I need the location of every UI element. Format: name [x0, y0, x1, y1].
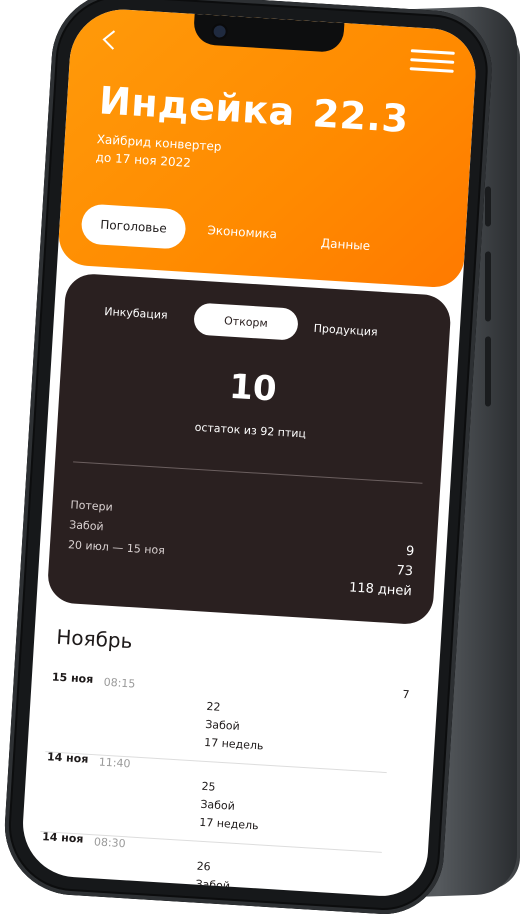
stat-values: 9 73 118 дней [348, 539, 415, 603]
row-time: 11:40 [98, 755, 131, 771]
chevron-left-icon[interactable] [100, 28, 117, 51]
row-count: 26 [196, 859, 212, 874]
row-duration: 17 недель [198, 815, 259, 833]
app-screen: Индейка 22.3 Хайбрид конвертер до 17 ноя … [19, 6, 479, 899]
remaining-count: 10 [228, 366, 278, 410]
days-value: 118 дней [348, 580, 413, 600]
menu-line [410, 49, 455, 55]
row-date: 15 ноя [51, 670, 94, 686]
segment-production[interactable]: Продукция [313, 322, 378, 339]
page-title: Индейка 22.3 [98, 78, 410, 141]
phone-side-button [485, 186, 491, 227]
phone-side-button [485, 251, 491, 322]
menu-line [410, 58, 455, 64]
phone-side-button [485, 336, 491, 407]
phone-frame: Индейка 22.3 Хайбрид конвертер до 17 ноя … [0, 0, 496, 918]
tab-economics[interactable]: Экономика [207, 223, 277, 241]
stat-labels: Потери Забой 20 июл — 15 ноя [67, 495, 167, 561]
segment-incubation[interactable]: Инкубация [104, 305, 168, 322]
divider [73, 461, 423, 484]
row-count: 22 [206, 699, 221, 714]
row-count: 25 [201, 779, 216, 794]
row-date: 14 ноя [46, 750, 89, 766]
month-heading: Ноябрь [55, 624, 134, 654]
title-value: 22.3 [311, 91, 410, 142]
row-date: 14 ноя [41, 830, 84, 846]
tab-data[interactable]: Данные [320, 236, 370, 253]
row-right-value: 7 [402, 687, 410, 702]
row-kind: Забой [195, 877, 231, 893]
hamburger-menu-icon[interactable] [409, 49, 455, 76]
row-kind: Забой [200, 797, 236, 813]
row-kind: Забой [204, 717, 241, 733]
header: Индейка 22.3 Хайбрид конвертер до 17 ноя … [57, 6, 479, 289]
segment-fattening[interactable]: Откорм [193, 302, 299, 341]
title-text: Индейка [97, 78, 297, 135]
row-time: 08:30 [93, 835, 126, 851]
remaining-caption: остаток из 92 птиц [194, 420, 307, 441]
menu-line [409, 67, 454, 73]
subtitle-date: до 17 ноя 2022 [95, 150, 192, 170]
row-duration: 17 недель [203, 735, 264, 753]
row-time: 08:15 [103, 675, 136, 691]
segment-control: Инкубация Откорм Продукция [63, 295, 450, 351]
tab-poголовье[interactable]: Поголовье [80, 203, 187, 250]
header-tabs: Поголовье Экономика Данные [80, 203, 444, 265]
stats-card: Инкубация Откорм Продукция 10 остаток из… [46, 272, 452, 626]
camera-icon [211, 23, 229, 40]
